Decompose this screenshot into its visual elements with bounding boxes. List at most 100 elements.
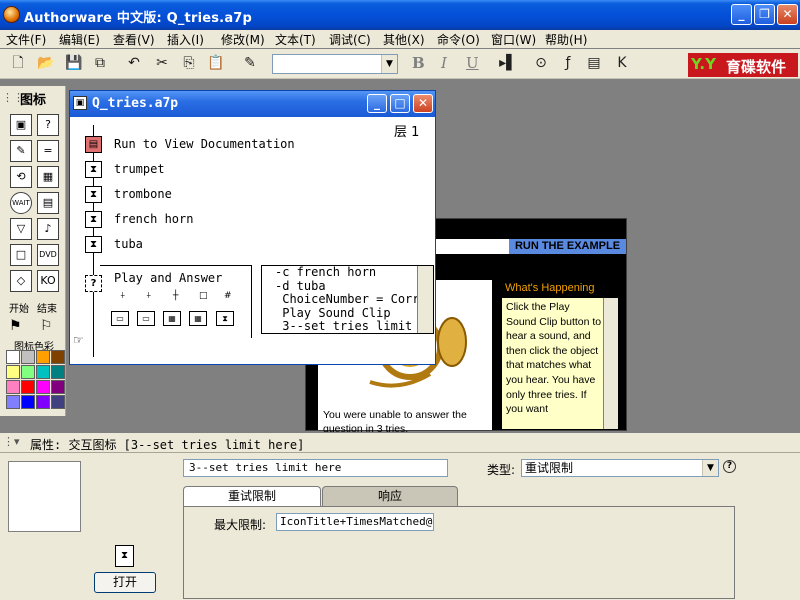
italic-button[interactable]: I — [441, 54, 447, 72]
wait-icon[interactable]: WAIT — [10, 192, 32, 214]
menu-debug[interactable]: 调试(C) — [329, 31, 371, 48]
menu-other[interactable]: 其他(X) — [383, 31, 425, 48]
color-swatch[interactable] — [51, 365, 65, 379]
close-button[interactable]: ✕ — [777, 4, 798, 25]
color-swatch[interactable] — [6, 365, 20, 379]
flow-icon-label[interactable]: trombone — [114, 187, 172, 201]
flow-icon-label[interactable]: trumpet — [114, 162, 165, 176]
framework-icon[interactable]: ⧗ — [85, 161, 102, 178]
color-swatch[interactable] — [36, 395, 50, 409]
flow-icon-label[interactable]: french horn — [114, 212, 193, 226]
functions-icon[interactable]: ƒ — [558, 53, 578, 73]
color-swatch[interactable] — [36, 380, 50, 394]
menu-command[interactable]: 命令(O) — [437, 31, 480, 48]
color-swatch[interactable] — [21, 365, 35, 379]
tab-response[interactable]: 响应 — [322, 486, 458, 506]
properties-header[interactable]: ⋮▾ 属性: 交互图标 [3--set tries limit here] — [0, 433, 800, 453]
framework-icon[interactable]: ▦ — [37, 166, 59, 188]
menu-text[interactable]: 文本(T) — [275, 31, 316, 48]
open-button[interactable]: 打开 — [94, 572, 156, 593]
framework-icon[interactable]: ⧗ — [85, 236, 102, 253]
design-window-titlebar[interactable]: ▣ Q_tries.a7p _ □ ✕ — [70, 91, 435, 117]
navigate-icon[interactable]: ⟲ — [10, 166, 32, 188]
response-list[interactable]: -c french horn -d tuba ChoiceNumber = Co… — [261, 265, 434, 334]
color-swatch[interactable] — [6, 395, 20, 409]
color-swatch[interactable] — [51, 350, 65, 364]
color-swatch[interactable] — [6, 380, 20, 394]
menu-window[interactable]: 窗口(W) — [491, 31, 536, 48]
response-type-icon[interactable]: # — [224, 291, 232, 301]
minimize-button[interactable]: _ — [731, 4, 752, 25]
motion-icon[interactable]: ? — [37, 114, 59, 136]
dvd-icon[interactable]: DVD — [37, 244, 59, 266]
control-panel-icon[interactable]: ⊙ — [531, 53, 551, 73]
open-file-icon[interactable]: 📂 — [36, 53, 56, 73]
paste-icon[interactable]: 📋 — [206, 53, 226, 73]
vertical-scrollbar[interactable] — [603, 298, 618, 429]
response-type-icon[interactable]: ┼ — [173, 291, 178, 301]
design-maximize-button[interactable]: □ — [390, 94, 410, 113]
menu-edit[interactable]: 编辑(E) — [59, 31, 100, 48]
undo-icon[interactable]: ↶ — [124, 53, 144, 73]
help-icon[interactable]: ? — [723, 460, 736, 473]
decision-icon[interactable]: ▽ — [10, 218, 32, 240]
erase-icon[interactable]: ✎ — [10, 140, 32, 162]
knowledge-object-icon[interactable]: KO — [37, 270, 59, 292]
movie-icon[interactable]: ▤ — [37, 192, 59, 214]
menu-modify[interactable]: 修改(M) — [221, 31, 265, 48]
menu-insert[interactable]: 插入(I) — [167, 31, 204, 48]
design-close-button[interactable]: ✕ — [413, 94, 433, 113]
tab-retry-limit[interactable]: 重试限制 — [183, 486, 321, 506]
chevron-down-icon[interactable]: ▼ — [702, 460, 718, 476]
max-limit-field[interactable]: IconTitle+TimesMatched@"P] — [276, 513, 434, 531]
color-swatch[interactable] — [36, 365, 50, 379]
calculation-icon[interactable]: = — [37, 140, 59, 162]
restore-button[interactable]: ❐ — [754, 4, 775, 25]
find-icon[interactable]: ✎ — [240, 53, 260, 73]
vertical-scrollbar[interactable] — [417, 266, 433, 333]
response-map-icon[interactable]: ▦ — [189, 311, 207, 326]
map-icon[interactable]: ◇ — [10, 270, 32, 292]
cut-icon[interactable]: ✂ — [152, 53, 172, 73]
response-map-icon[interactable]: ▭ — [111, 311, 129, 326]
collapse-arrow-icon[interactable]: ⋮▾ — [3, 435, 20, 448]
end-flag-icon[interactable]: ⚐ — [40, 318, 53, 334]
color-swatch[interactable] — [21, 395, 35, 409]
import-icon[interactable]: ⧉ — [90, 53, 110, 73]
response-type-icon[interactable]: □ — [199, 291, 208, 301]
color-swatch[interactable] — [51, 380, 65, 394]
menu-view[interactable]: 查看(V) — [113, 31, 155, 48]
save-all-icon[interactable]: 💾 — [64, 53, 84, 73]
color-swatch[interactable] — [6, 350, 20, 364]
authorware-app-icon[interactable] — [3, 6, 20, 23]
color-swatch[interactable] — [21, 380, 35, 394]
new-file-icon[interactable]: 🗋 — [8, 53, 28, 73]
variables-icon[interactable]: ▤ — [584, 53, 604, 73]
flow-icon-label[interactable]: Run to View Documentation — [114, 137, 295, 151]
framework-icon[interactable]: ⧗ — [85, 211, 102, 228]
response-type-icon[interactable]: ⍭ — [120, 291, 125, 301]
underline-button[interactable]: U — [466, 54, 479, 72]
flow-icon-label[interactable]: tuba — [114, 237, 143, 251]
response-type-icon[interactable]: ⍭ — [146, 291, 151, 301]
response-map-icon[interactable]: ▭ — [137, 311, 155, 326]
hand-pointer-icon[interactable]: ☞ — [73, 333, 84, 347]
map-icon[interactable]: ▤ — [85, 136, 102, 153]
run-example-button[interactable]: RUN THE EXAMPLE — [509, 239, 626, 254]
font-combo[interactable]: ▼ — [272, 54, 398, 74]
restart-icon[interactable]: ▸▌ — [498, 53, 518, 73]
display-icon[interactable]: ▣ — [10, 114, 32, 136]
color-swatch[interactable] — [21, 350, 35, 364]
framework-icon[interactable]: ⧗ — [85, 186, 102, 203]
interaction-icon[interactable]: □ — [10, 244, 32, 266]
color-swatch[interactable] — [51, 395, 65, 409]
color-swatch[interactable] — [36, 350, 50, 364]
menu-help[interactable]: 帮助(H) — [545, 31, 587, 48]
knowledge-objects-icon[interactable]: K — [612, 53, 632, 73]
response-map-icon[interactable]: ⧗ — [216, 311, 234, 326]
chevron-down-icon[interactable]: ▼ — [381, 55, 397, 73]
bold-button[interactable]: B — [412, 54, 425, 72]
design-minimize-button[interactable]: _ — [367, 94, 387, 113]
sound-icon[interactable]: ♪ — [37, 218, 59, 240]
type-select[interactable]: 重试限制 ▼ — [521, 459, 719, 477]
